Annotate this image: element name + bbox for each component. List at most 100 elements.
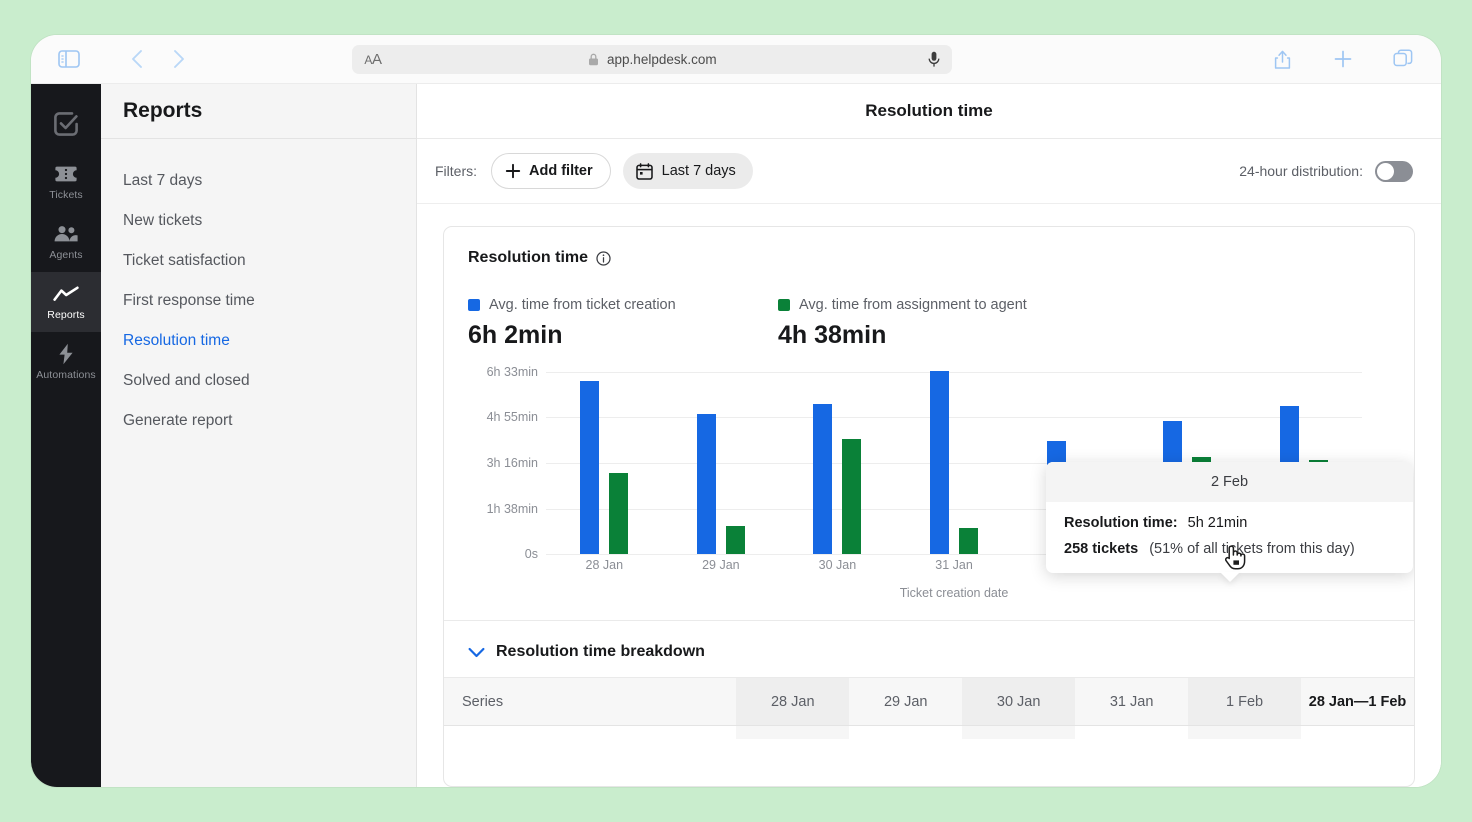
legend-swatch-blue	[468, 299, 480, 311]
y-axis-tick-label: 1h 38min	[487, 502, 538, 516]
aa-large-glyph: A	[372, 51, 382, 68]
chart-bar[interactable]	[930, 371, 949, 554]
table-row	[962, 725, 1075, 739]
sidebar-toggle-icon[interactable]	[53, 43, 85, 75]
table-header-cell: 28 Jan	[736, 678, 849, 725]
chevron-down-icon	[468, 647, 485, 658]
sidebar-item-automations[interactable]: Automations	[31, 332, 101, 392]
distribution-toggle[interactable]	[1375, 161, 1413, 182]
legend-value: 6h 2min	[468, 321, 778, 350]
browser-actions-group	[1267, 43, 1419, 75]
reports-chart-icon	[53, 283, 79, 305]
sidebar-item-label: Automations	[36, 369, 95, 381]
sidebar-item-reports[interactable]: Reports	[31, 272, 101, 332]
plus-icon[interactable]	[1327, 43, 1359, 75]
tooltip-metric-label: Resolution time:	[1064, 515, 1178, 531]
y-axis-tick-label: 6h 33min	[487, 365, 538, 379]
chart-title: Resolution time	[468, 249, 588, 267]
toggle-knob	[1377, 163, 1394, 180]
legend-label: Avg. time from assignment to agent	[799, 297, 1027, 313]
tooltip-body: Resolution time: 5h 21min 258 tickets (5…	[1046, 502, 1413, 573]
tooltip-metric-value: 5h 21min	[1188, 515, 1248, 531]
tabs-icon[interactable]	[1387, 43, 1419, 75]
page-title: Reports	[123, 99, 202, 123]
table-header-cell: 31 Jan	[1075, 678, 1188, 725]
legend-label: Avg. time from ticket creation	[489, 297, 676, 313]
list-item-last-7-days[interactable]: Last 7 days	[101, 161, 416, 201]
address-bar[interactable]: AA app.helpdesk.com	[352, 45, 952, 74]
primary-nav-rail: Tickets Agents Reports	[31, 84, 101, 787]
chart-block: Resolution time	[444, 227, 1414, 604]
main-content: Resolution time Filters: Add filter	[417, 84, 1441, 787]
table-row	[849, 725, 962, 739]
distribution-toggle-group: 24-hour distribution:	[1239, 161, 1413, 182]
bar-group[interactable]	[663, 372, 780, 554]
microphone-icon[interactable]	[928, 51, 940, 68]
list-item-new-tickets[interactable]: New tickets	[101, 201, 416, 241]
table-header-series: Series	[444, 678, 736, 725]
browser-toolbar: AA app.helpdesk.com	[31, 35, 1441, 84]
chart-bar[interactable]	[697, 414, 716, 554]
tooltip-tickets-row: 258 tickets (51% of all tickets from thi…	[1064, 541, 1395, 557]
calendar-icon	[636, 163, 653, 180]
forward-chevron-icon[interactable]	[163, 43, 195, 75]
legend-series-creation: Avg. time from ticket creation 6h 2min	[468, 297, 778, 350]
table-row	[1075, 725, 1188, 739]
chart-tooltip: 2 Feb Resolution time: 5h 21min 258 tick…	[1046, 462, 1413, 573]
chart-bar[interactable]	[842, 439, 861, 554]
table-header-cell: 30 Jan	[962, 678, 1075, 725]
table-column-total: 28 Jan—1 Feb	[1301, 678, 1414, 739]
list-item-first-response-time[interactable]: First response time	[101, 281, 416, 321]
checkbox-logo-icon[interactable]	[31, 96, 101, 152]
aa-small-glyph: A	[364, 53, 372, 67]
chart-bar[interactable]	[959, 528, 978, 554]
table-header-cell: 1 Feb	[1188, 678, 1301, 725]
x-axis-tick-label: 30 Jan	[779, 558, 896, 572]
table-column-28-jan: 28 Jan	[736, 678, 849, 739]
info-icon[interactable]	[596, 251, 611, 266]
breakdown-toggle[interactable]: Resolution time breakdown	[444, 620, 1414, 677]
chart-bar[interactable]	[726, 526, 745, 554]
date-range-button[interactable]: Last 7 days	[623, 153, 753, 189]
chart-legend: Avg. time from ticket creation 6h 2min A…	[468, 297, 1390, 350]
add-filter-button[interactable]: Add filter	[491, 153, 611, 189]
bar-group[interactable]	[546, 372, 663, 554]
x-axis-tick-label: 31 Jan	[896, 558, 1013, 572]
tooltip-arrow	[1220, 572, 1240, 582]
chart-bar[interactable]	[609, 473, 628, 555]
table-column-29-jan: 29 Jan	[849, 678, 962, 739]
bar-chart: 0s1h 38min3h 16min4h 55min6h 33min 28 Ja…	[468, 372, 1390, 604]
table-row	[736, 725, 849, 739]
url-text: app.helpdesk.com	[607, 52, 717, 67]
breakdown-title: Resolution time breakdown	[496, 643, 705, 661]
list-item-solved-and-closed[interactable]: Solved and closed	[101, 361, 416, 401]
sidebar-item-tickets[interactable]: Tickets	[31, 152, 101, 212]
bar-group[interactable]	[896, 372, 1013, 554]
text-size-button[interactable]: AA	[364, 51, 381, 68]
share-icon[interactable]	[1267, 43, 1299, 75]
tablet-device-frame: AA app.helpdesk.com	[31, 35, 1441, 787]
list-item-generate-report[interactable]: Generate report	[101, 401, 416, 441]
legend-swatch-green	[778, 299, 790, 311]
list-item-ticket-satisfaction[interactable]: Ticket satisfaction	[101, 241, 416, 281]
sidebar-item-agents[interactable]: Agents	[31, 212, 101, 272]
table-column-31-jan: 31 Jan	[1075, 678, 1188, 739]
chart-bar[interactable]	[813, 404, 832, 555]
list-item-resolution-time[interactable]: Resolution time	[101, 321, 416, 361]
table-header-total: 28 Jan—1 Feb	[1301, 678, 1414, 725]
chart-bar[interactable]	[580, 381, 599, 554]
table-row	[1188, 725, 1301, 739]
url-display: app.helpdesk.com	[352, 52, 952, 67]
distribution-label: 24-hour distribution:	[1239, 163, 1363, 179]
table-row	[1301, 725, 1414, 739]
date-range-label: Last 7 days	[662, 163, 736, 179]
table-row	[444, 725, 736, 739]
back-chevron-icon[interactable]	[121, 43, 153, 75]
agents-icon	[53, 223, 79, 245]
sidebar-item-label: Reports	[47, 309, 84, 321]
breakdown-table: Series 28 Jan 29 Jan 30 Jan	[444, 677, 1414, 739]
legend-row: Avg. time from assignment to agent	[778, 297, 1088, 313]
x-axis-tick-label: 29 Jan	[663, 558, 780, 572]
bar-group[interactable]	[779, 372, 896, 554]
browser-nav-group	[53, 43, 195, 75]
